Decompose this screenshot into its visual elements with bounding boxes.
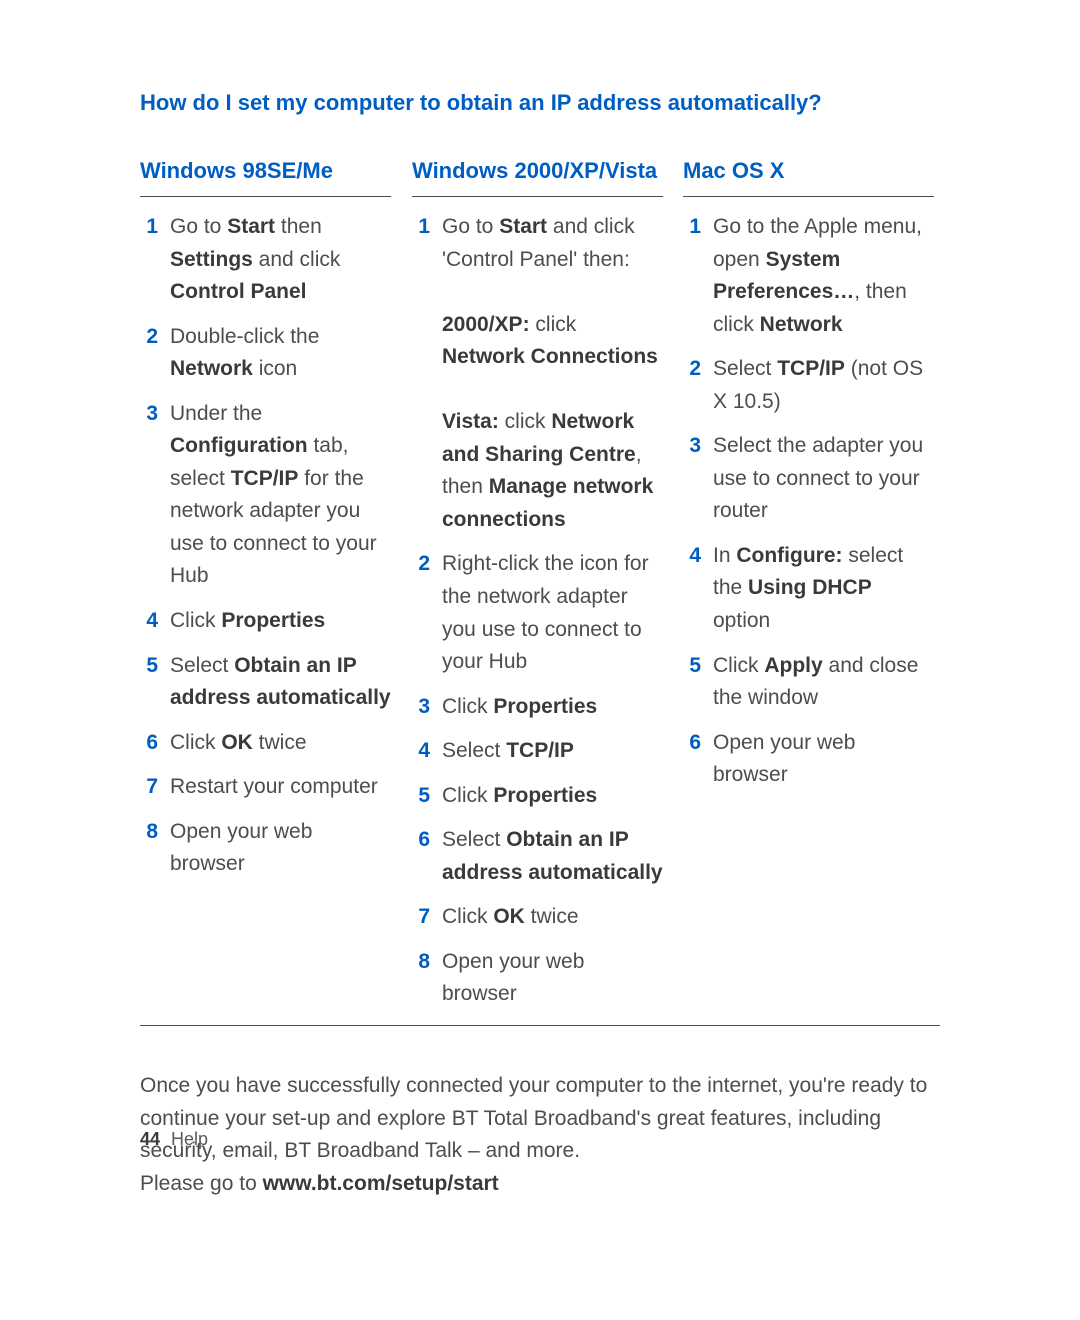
step-row: 8Open your web browser — [140, 810, 391, 887]
step-number: 1 — [412, 211, 430, 536]
step-body: Open your web browser — [170, 816, 391, 881]
step-body: Click Properties — [442, 780, 663, 813]
step-body: Select TCP/IP (not OS X 10.5) — [713, 353, 934, 418]
steps-list: 1Go to Start then Settings and click Con… — [140, 205, 391, 887]
step-row: 7 Click OK twice — [412, 895, 663, 940]
step-body: Go to the Apple menu, open System Prefer… — [713, 211, 934, 341]
step-body: Select TCP/IP — [442, 735, 663, 768]
step-number: 6 — [140, 727, 158, 760]
step-row: 5Select Obtain an IP address automatical… — [140, 644, 391, 721]
step-body: Select Obtain an IP address automaticall… — [442, 824, 663, 889]
step-number: 8 — [412, 946, 430, 1011]
step-body: Double-click the Network icon — [170, 321, 391, 386]
faq-question: How do I set my computer to obtain an IP… — [140, 90, 940, 116]
step-number: 3 — [683, 430, 701, 528]
step-row: 1Go to Start then Settings and click Con… — [140, 205, 391, 315]
step-row: 6 Click OK twice — [140, 721, 391, 766]
step-row: 6Select Obtain an IP address automatical… — [412, 818, 663, 895]
step-body: In Configure: select the Using DHCP opti… — [713, 540, 934, 638]
closing-paragraph: Once you have successfully connected you… — [140, 1070, 940, 1200]
step-body: Restart your computer — [170, 771, 391, 804]
step-number: 3 — [140, 398, 158, 593]
step-row: 2Right-click the icon for the network ad… — [412, 542, 663, 684]
step-body: Click Apply and close the window — [713, 650, 934, 715]
step-number: 7 — [412, 901, 430, 934]
os-column: Windows 2000/XP/Vista 1Go to Start and cl… — [411, 158, 669, 1017]
step-body: Right-click the icon for the network ada… — [442, 548, 663, 678]
step-number: 2 — [683, 353, 701, 418]
column-heading: Windows 2000/XP/Vista — [412, 158, 663, 197]
step-row: 6Open your web browser — [683, 721, 934, 798]
step-body: Click OK twice — [170, 727, 391, 760]
step-row: 3 Click Properties — [412, 685, 663, 730]
step-body: Go to Start then Settings and click Cont… — [170, 211, 391, 309]
page-number: 44 — [140, 1129, 160, 1149]
step-row: 2Select TCP/IP (not OS X 10.5) — [683, 347, 934, 424]
step-row: 5Click Apply and close the window — [683, 644, 934, 721]
steps-list: 1Go to the Apple menu, open System Prefe… — [683, 205, 934, 798]
step-number: 6 — [412, 824, 430, 889]
step-row: 3Under the Configuration tab, select TCP… — [140, 392, 391, 599]
footer-section: Help — [171, 1129, 208, 1149]
step-number: 4 — [412, 735, 430, 768]
step-row: 1Go to Start and click 'Control Panel' t… — [412, 205, 663, 542]
table-bottom-rule — [140, 1025, 940, 1026]
column-heading: Windows 98SE/Me — [140, 158, 391, 197]
step-row: 7 Restart your computer — [140, 765, 391, 810]
step-body: Select Obtain an IP address automaticall… — [170, 650, 391, 715]
step-body: Open your web browser — [713, 727, 934, 792]
step-number: 4 — [140, 605, 158, 638]
page: How do I set my computer to obtain an IP… — [0, 0, 1080, 1320]
steps-list: 1Go to Start and click 'Control Panel' t… — [412, 205, 663, 1017]
step-row: 5 Click Properties — [412, 774, 663, 819]
step-row: 4 Select TCP/IP — [412, 729, 663, 774]
step-row: 2Double-click the Network icon — [140, 315, 391, 392]
step-number: 5 — [140, 650, 158, 715]
page-footer: 44 Help — [140, 1129, 208, 1150]
step-row: 4In Configure: select the Using DHCP opt… — [683, 534, 934, 644]
step-number: 8 — [140, 816, 158, 881]
step-number: 2 — [412, 548, 430, 678]
step-body: Go to Start and click 'Control Panel' th… — [442, 211, 663, 536]
step-number: 4 — [683, 540, 701, 638]
step-body: Open your web browser — [442, 946, 663, 1011]
os-column: Mac OS X 1Go to the Apple menu, open Syst… — [683, 158, 940, 1017]
step-number: 7 — [140, 771, 158, 804]
step-number: 5 — [683, 650, 701, 715]
step-number: 5 — [412, 780, 430, 813]
step-body: Under the Configuration tab, select TCP/… — [170, 398, 391, 593]
step-body: Click Properties — [442, 691, 663, 724]
step-number: 6 — [683, 727, 701, 792]
step-number: 3 — [412, 691, 430, 724]
step-row: 8Open your web browser — [412, 940, 663, 1017]
os-column: Windows 98SE/Me 1Go to Start then Setting… — [140, 158, 397, 1017]
os-columns: Windows 98SE/Me1Go to Start then Setting… — [140, 158, 940, 1017]
step-row: 1Go to the Apple menu, open System Prefe… — [683, 205, 934, 347]
step-number: 2 — [140, 321, 158, 386]
column-heading: Mac OS X — [683, 158, 934, 197]
step-body: Click Properties — [170, 605, 391, 638]
step-number: 1 — [140, 211, 158, 309]
step-body: Click OK twice — [442, 901, 663, 934]
step-number: 1 — [683, 211, 701, 341]
step-body: Select the adapter you use to connect to… — [713, 430, 934, 528]
step-row: 3Select the adapter you use to connect t… — [683, 424, 934, 534]
step-row: 4 Click Properties — [140, 599, 391, 644]
